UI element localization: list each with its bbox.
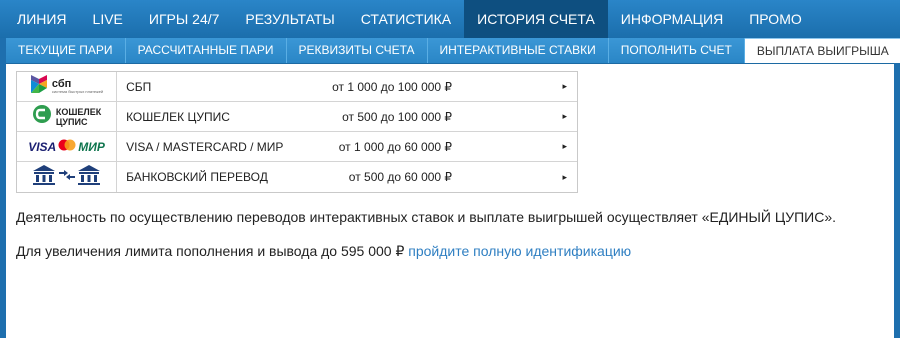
nav-promo[interactable]: ПРОМО (736, 0, 815, 38)
bank-transfer-logo (17, 162, 118, 192)
mastercard-icon (58, 138, 76, 156)
nav-account-history[interactable]: ИСТОРИЯ СЧЕТА (464, 0, 608, 38)
payment-method-limits: от 500 до 100 000 ₽ (342, 109, 453, 124)
nav-information[interactable]: ИНФОРМАЦИЯ (608, 0, 736, 38)
row-arrow-icon: ▸ (562, 81, 567, 91)
tab-current-bets[interactable]: ТЕКУЩИЕ ПАРИ (6, 38, 126, 63)
payment-methods-table: сбп система быстрых платежей СБП от 1 00… (16, 71, 578, 193)
sbp-logo: сбп система быстрых платежей (17, 72, 118, 101)
sbp-logo-icon (30, 74, 48, 99)
content-panel: сбп система быстрых платежей СБП от 1 00… (6, 64, 894, 338)
nav-games-24-7[interactable]: ИГРЫ 24/7 (136, 0, 233, 38)
payment-row-cards[interactable]: VISA МИР VISA / MASTERCARD / МИР от 1 00… (17, 132, 577, 162)
payment-method-limits: от 1 000 до 60 000 ₽ (338, 139, 453, 154)
cupis-wallet-icon (32, 104, 52, 129)
cupis-wallet-logo: КОШЕЛЕК ЦУПИС (17, 102, 118, 131)
row-arrow-icon: ▸ (562, 141, 567, 151)
cupis-logo-line1: КОШЕЛЕК (55, 106, 102, 117)
payment-row-cupis-wallet[interactable]: КОШЕЛЕК ЦУПИС КОШЕЛЕК ЦУПИС от 500 до 10… (17, 102, 577, 132)
limit-info: Для увеличения лимита пополнения и вывод… (16, 243, 631, 260)
nav-statistics[interactable]: СТАТИСТИКА (348, 0, 464, 38)
tab-interactive-bets[interactable]: ИНТЕРАКТИВНЫЕ СТАВКИ (428, 38, 609, 63)
row-arrow-icon: ▸ (562, 111, 567, 121)
tab-account-details[interactable]: РЕКВИЗИТЫ СЧЕТА (287, 38, 428, 63)
payment-method-name: КОШЕЛЕК ЦУПИС (126, 109, 230, 124)
mir-logo: МИР (78, 139, 105, 154)
row-arrow-icon: ▸ (562, 171, 567, 182)
limit-info-text: Для увеличения лимита пополнения и вывод… (16, 243, 409, 259)
payment-row-sbp[interactable]: сбп система быстрых платежей СБП от 1 00… (17, 72, 577, 102)
identification-link[interactable]: пройдите полную идентификацию (408, 243, 631, 259)
payment-row-bank-transfer[interactable]: БАНКОВСКИЙ ПЕРЕВОД от 500 до 60 000 ₽ ▸ (17, 162, 577, 192)
sub-navigation: ТЕКУЩИЕ ПАРИ РАССЧИТАННЫЕ ПАРИ РЕКВИЗИТЫ… (6, 38, 900, 64)
sbp-logo-word: сбп (51, 78, 72, 90)
sbp-logo-caption: система быстрых платежей (51, 89, 104, 94)
nav-line[interactable]: ЛИНИЯ (0, 0, 80, 38)
cupis-logo-line2: ЦУПИС (55, 116, 88, 127)
tab-withdrawal[interactable]: ВЫПЛАТА ВЫИГРЫША (744, 38, 900, 63)
bank-transfer-icon (31, 164, 103, 191)
payment-method-name: БАНКОВСКИЙ ПЕРЕВОД (126, 170, 268, 184)
payment-method-limits: от 500 до 60 000 ₽ (348, 170, 453, 184)
visa-logo: VISA (28, 139, 57, 154)
operator-info-text: Деятельность по осуществлению переводов … (16, 209, 837, 225)
payment-method-name: СБП (126, 79, 152, 94)
nav-live[interactable]: LIVE (80, 0, 136, 38)
payment-method-limits: от 1 000 до 100 000 ₽ (332, 79, 453, 94)
card-brands-logo: VISA МИР (17, 132, 118, 161)
top-navigation: ЛИНИЯ LIVE ИГРЫ 24/7 РЕЗУЛЬТАТЫ СТАТИСТИ… (0, 0, 900, 38)
payment-method-name: VISA / MASTERCARD / МИР (126, 139, 284, 154)
tab-settled-bets[interactable]: РАССЧИТАННЫЕ ПАРИ (126, 38, 287, 63)
nav-results[interactable]: РЕЗУЛЬТАТЫ (232, 0, 347, 38)
tab-deposit[interactable]: ПОПОЛНИТЬ СЧЕТ (609, 38, 745, 63)
